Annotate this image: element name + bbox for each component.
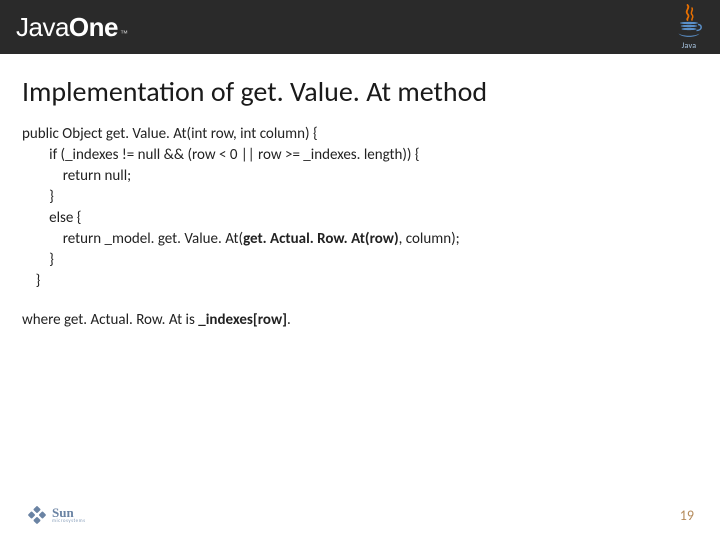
where-note: where get. Actual. Row. At is _indexes[r… <box>22 310 698 331</box>
where-bold: _indexes[row] <box>198 311 287 329</box>
java-cup-icon <box>674 3 704 43</box>
page-number: 19 <box>680 507 694 524</box>
logo-trademark: ™ <box>120 29 128 38</box>
footer: Sun microsystems 19 <box>0 490 720 540</box>
sun-logo: Sun microsystems <box>26 504 86 526</box>
javaone-logo: JavaOne™ <box>16 12 128 43</box>
java-logo: Java <box>674 3 704 51</box>
where-suffix: . <box>287 311 291 329</box>
sun-icon <box>26 504 48 526</box>
header-bar: JavaOne™ Java <box>0 0 720 54</box>
logo-text-one: One <box>69 12 118 43</box>
sun-sub-label: microsystems <box>52 519 86 524</box>
slide-title: Implementation of get. Value. At method <box>22 76 698 108</box>
logo-text-java: Java <box>16 12 69 43</box>
java-logo-label: Java <box>682 41 697 51</box>
code-block: public Object get. Value. At(int row, in… <box>22 124 698 292</box>
slide-content: Implementation of get. Value. At method … <box>0 54 720 490</box>
where-prefix: where get. Actual. Row. At is <box>22 311 198 329</box>
sun-text: Sun microsystems <box>52 506 86 524</box>
